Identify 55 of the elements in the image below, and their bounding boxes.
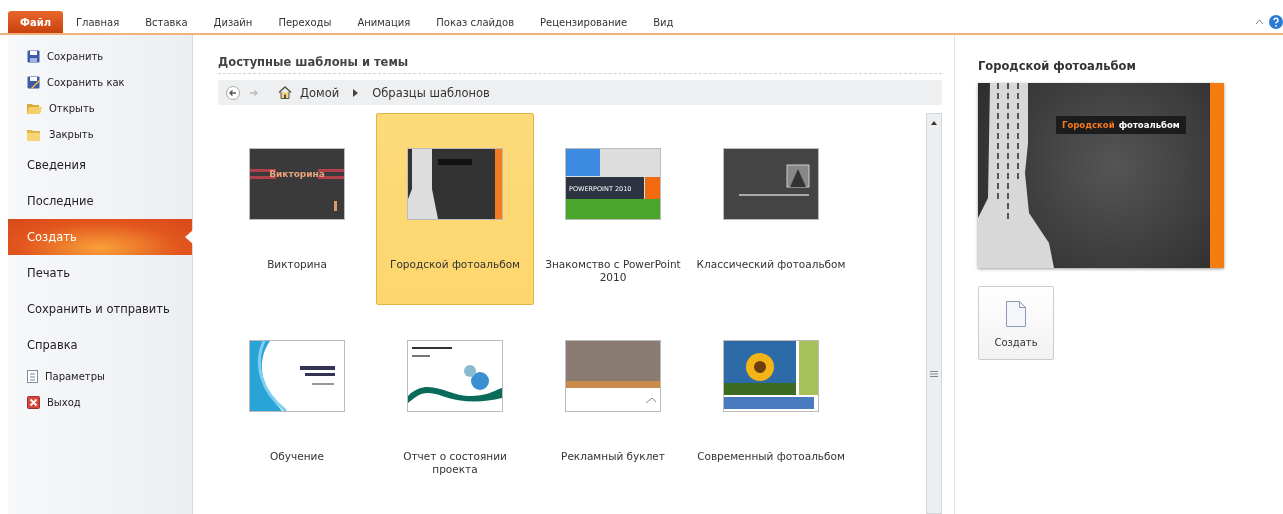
template-tile[interactable]: Рекламный буклет bbox=[534, 305, 692, 497]
slide-title: Городской фотоальбом bbox=[1056, 116, 1186, 134]
template-tile[interactable]: Классический фотоальбом bbox=[692, 113, 850, 305]
ribbon-tab[interactable]: Рецензирование bbox=[527, 11, 641, 33]
slide-thumbnail: Викторина bbox=[249, 148, 345, 220]
menu-command[interactable]: Параметры bbox=[8, 363, 192, 389]
menu-command[interactable]: Сохранить как bbox=[8, 69, 192, 95]
scrollbar[interactable] bbox=[926, 113, 942, 514]
ribbon-tab[interactable]: Дизайн bbox=[200, 11, 266, 33]
section-heading: Доступные шаблоны и темы bbox=[218, 55, 942, 74]
menu-command[interactable]: Закрыть bbox=[8, 121, 192, 147]
caret-up-icon[interactable] bbox=[1255, 19, 1264, 25]
floppy-pencil-icon bbox=[27, 75, 40, 89]
document-list-icon bbox=[27, 369, 38, 383]
close-icon bbox=[27, 395, 40, 409]
menu-section[interactable]: Печать bbox=[8, 255, 192, 291]
ribbon-tab[interactable]: Файл bbox=[8, 11, 63, 33]
open-folder-icon bbox=[27, 101, 42, 115]
ribbon-tab[interactable]: Вставка bbox=[132, 11, 201, 33]
ribbon-tab[interactable]: Переходы bbox=[265, 11, 345, 33]
create-button[interactable]: Создать bbox=[978, 286, 1054, 360]
template-name: Современный фотоальбом bbox=[696, 450, 846, 463]
menu-command[interactable]: Выход bbox=[8, 389, 192, 415]
menu-section[interactable]: Сохранить и отправить bbox=[8, 291, 192, 327]
back-icon[interactable] bbox=[226, 85, 240, 100]
breadcrumb-link[interactable]: Образцы шаблонов bbox=[372, 85, 490, 100]
ribbon-tab[interactable]: Показ слайдов bbox=[423, 11, 528, 33]
template-name: Отчет о состоянии проекта bbox=[402, 450, 508, 476]
menu-command[interactable]: Сохранить bbox=[8, 43, 192, 69]
home-icon[interactable] bbox=[278, 86, 292, 99]
template-name: Городской фотоальбом bbox=[389, 258, 521, 271]
menu-command[interactable]: Открыть bbox=[8, 95, 192, 121]
template-name: Рекламный буклет bbox=[560, 450, 666, 463]
menu-section[interactable]: Последние bbox=[8, 183, 192, 219]
template-name: Викторина bbox=[266, 258, 328, 271]
preview-title: Городской фотоальбом bbox=[978, 59, 1137, 73]
ribbon-tab[interactable]: Анимация bbox=[344, 11, 424, 33]
template-tile[interactable]: Современный фотоальбом bbox=[692, 305, 850, 497]
document-icon bbox=[1006, 301, 1026, 327]
ribbon-tab[interactable]: Главная bbox=[63, 11, 133, 33]
template-name: Классический фотоальбом bbox=[696, 258, 846, 271]
ribbon-tab[interactable]: Вид bbox=[640, 11, 687, 33]
chevron-right-icon bbox=[353, 88, 359, 97]
breadcrumb-link[interactable]: Домой bbox=[300, 85, 340, 100]
help-icon[interactable] bbox=[1269, 15, 1283, 29]
template-tile[interactable]: Городской фотоальбом bbox=[376, 113, 534, 305]
template-name: Обучение bbox=[269, 450, 325, 463]
template-tile[interactable]: Обучение bbox=[218, 305, 376, 497]
template-tile[interactable]: Отчет о состоянии проекта bbox=[376, 305, 534, 497]
menu-section[interactable]: Сведения bbox=[8, 147, 192, 183]
grip-icon bbox=[930, 371, 938, 377]
template-name: Знакомство с PowerPoint 2010 bbox=[544, 258, 682, 284]
template-tile[interactable]: Викторина Викторина bbox=[218, 113, 376, 305]
menu-section[interactable]: Справка bbox=[8, 327, 192, 363]
folder-icon bbox=[27, 127, 42, 141]
